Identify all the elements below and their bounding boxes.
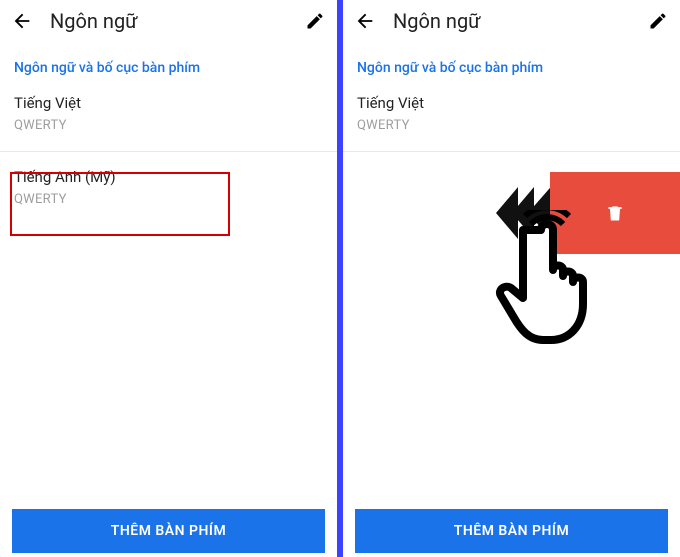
language-layout: QWERTY <box>14 118 323 133</box>
language-name: Tiếng Việt <box>14 94 323 112</box>
back-icon[interactable] <box>353 9 377 33</box>
language-item[interactable]: Tiếng Việt QWERTY <box>0 84 337 145</box>
language-item[interactable]: Tiếng Việt QWERTY <box>343 84 680 145</box>
divider <box>343 151 680 152</box>
trash-icon <box>605 203 625 223</box>
divider <box>0 151 337 152</box>
language-item[interactable]: Tiếng Anh (Mỹ) QWERTY <box>0 158 337 219</box>
swipe-row[interactable] <box>343 172 680 254</box>
phone-right: Ngôn ngữ Ngôn ngữ và bố cục bàn phím Tiế… <box>343 0 680 557</box>
section-label: Ngôn ngữ và bố cục bàn phím <box>343 42 680 84</box>
section-label: Ngôn ngữ và bố cục bàn phím <box>0 42 337 84</box>
language-layout: QWERTY <box>357 118 666 133</box>
add-keyboard-button[interactable]: THÊM BÀN PHÍM <box>355 509 668 553</box>
back-icon[interactable] <box>10 9 34 33</box>
page-title: Ngôn ngữ <box>50 9 303 33</box>
language-name: Tiếng Anh (Mỹ) <box>14 168 323 186</box>
edit-icon[interactable] <box>303 9 327 33</box>
language-name: Tiếng Việt <box>357 94 666 112</box>
add-keyboard-button[interactable]: THÊM BÀN PHÍM <box>12 509 325 553</box>
page-title: Ngôn ngữ <box>393 9 646 33</box>
language-layout: QWERTY <box>14 192 323 207</box>
header: Ngôn ngữ <box>0 0 337 42</box>
edit-icon[interactable] <box>646 9 670 33</box>
swipe-left-icon <box>343 172 550 254</box>
phone-left: Ngôn ngữ Ngôn ngữ và bố cục bàn phím Tiế… <box>0 0 337 557</box>
delete-panel[interactable] <box>550 172 680 254</box>
header: Ngôn ngữ <box>343 0 680 42</box>
